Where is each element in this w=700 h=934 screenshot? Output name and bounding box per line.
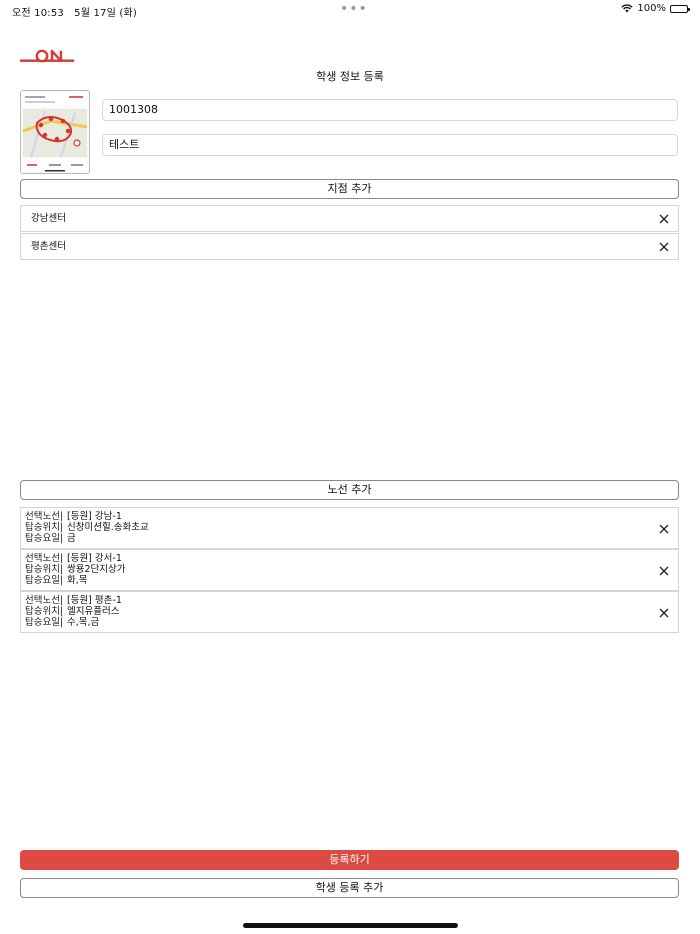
- student-id-input[interactable]: [102, 99, 678, 121]
- close-icon[interactable]: [658, 565, 670, 577]
- close-icon[interactable]: [658, 607, 670, 619]
- battery-icon: [670, 4, 690, 13]
- days-value: 수,목,금: [67, 617, 100, 628]
- close-icon[interactable]: [658, 241, 670, 253]
- wifi-icon: [621, 4, 634, 13]
- close-icon[interactable]: [658, 213, 670, 225]
- page-title: 학생 정보 등록: [316, 70, 384, 83]
- map-thumbnail-image: [21, 91, 89, 173]
- status-time: 오전 10:53 5월 17일 (화): [12, 8, 137, 19]
- route-row: 선택노선| [등원] 강서-1 탑승위치| 쌍용2단지상가 탑승요일| 화,목: [20, 549, 679, 591]
- add-route-button[interactable]: 노선 추가: [20, 480, 679, 500]
- student-photo[interactable]: [20, 90, 90, 174]
- branch-name: 강남센터: [31, 213, 66, 224]
- battery-percent: 100%: [637, 3, 666, 14]
- status-right: 100%: [621, 3, 690, 14]
- route-row: 선택노선| [등원] 강남-1 탑승위치| 신창미션힐.송화초교 탑승요일| 금: [20, 507, 679, 549]
- days-label: 탑승요일|: [25, 617, 64, 628]
- days-value: 금: [67, 533, 76, 544]
- student-name-input[interactable]: [102, 134, 678, 156]
- add-branch-button[interactable]: 지점 추가: [20, 179, 679, 199]
- add-student-button[interactable]: 학생 등록 추가: [20, 878, 679, 898]
- brand-logo: [20, 49, 74, 63]
- route-row: 선택노선| [등원] 평촌-1 탑승위치| 엘지유플러스 탑승요일| 수,목,금: [20, 591, 679, 633]
- close-icon[interactable]: [658, 523, 670, 535]
- branch-name: 평촌센터: [31, 241, 66, 252]
- days-label: 탑승요일|: [25, 575, 64, 586]
- register-button[interactable]: 등록하기: [20, 850, 679, 870]
- home-indicator[interactable]: [243, 923, 458, 928]
- branch-row: 강남센터: [20, 205, 679, 232]
- days-value: 화,목: [67, 575, 88, 586]
- multitasking-dots-icon[interactable]: •••: [340, 1, 368, 17]
- branch-row: 평촌센터: [20, 233, 679, 260]
- days-label: 탑승요일|: [25, 533, 64, 544]
- location-value: 신창미션힐.송화초교: [67, 522, 149, 533]
- status-bar: 오전 10:53 5월 17일 (화) ••• 100%: [0, 0, 700, 19]
